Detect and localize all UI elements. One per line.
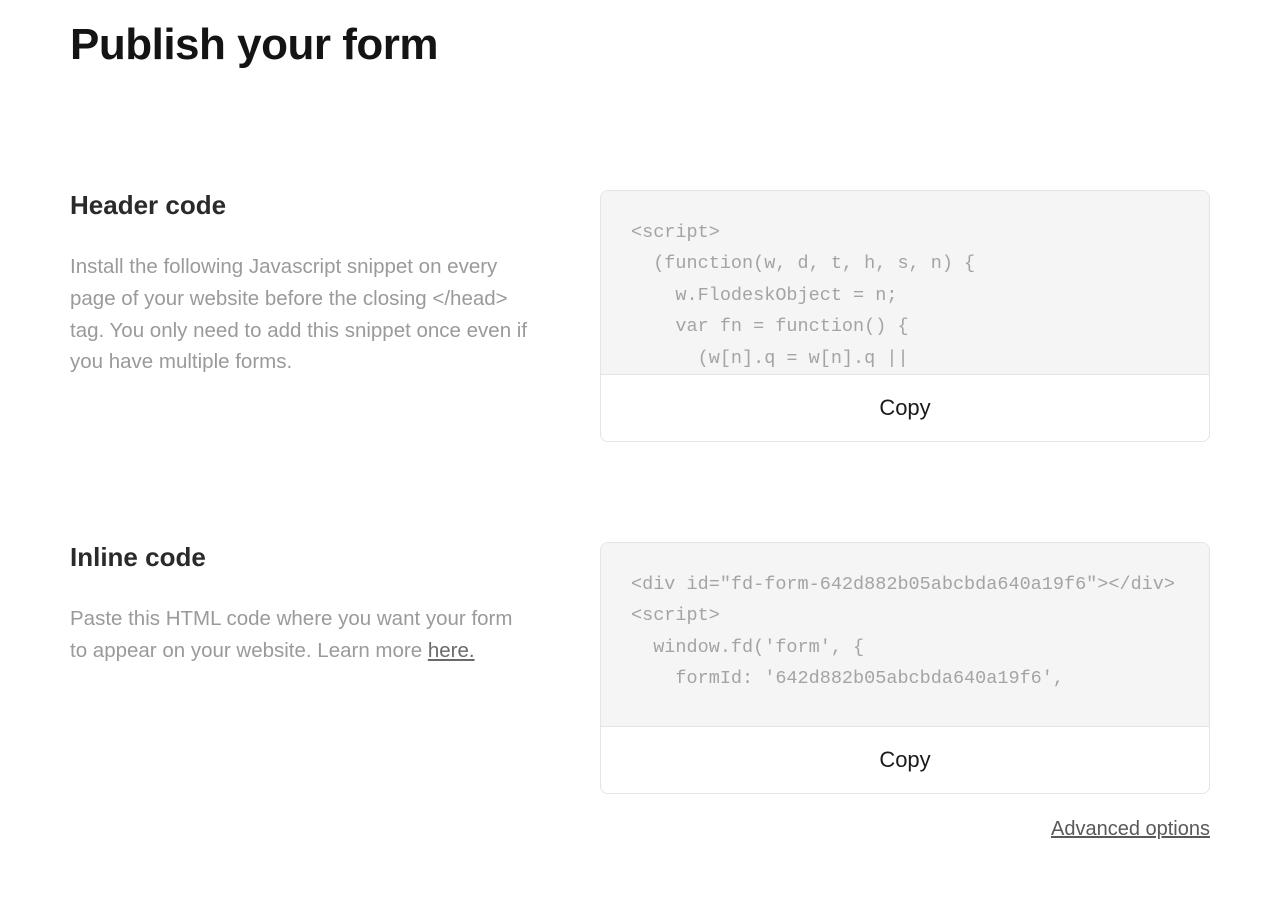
inline-code-card: <div id="fd-form-642d882b05abcbda640a19f… xyxy=(600,542,1210,794)
inline-code-section: Inline code Paste this HTML code where y… xyxy=(70,542,1210,841)
header-code-description: Install the following Javascript snippet… xyxy=(70,251,530,378)
inline-code-snippet: <div id="fd-form-642d882b05abcbda640a19f… xyxy=(601,543,1209,727)
inline-code-description: Paste this HTML code where you want your… xyxy=(70,603,530,667)
inline-code-copy-button[interactable]: Copy xyxy=(601,727,1209,793)
inline-code-heading: Inline code xyxy=(70,542,530,573)
header-code-copy-button[interactable]: Copy xyxy=(601,375,1209,441)
header-code-snippet: <script> (function(w, d, t, h, s, n) { w… xyxy=(601,191,1209,375)
page-title: Publish your form xyxy=(70,20,1210,70)
header-code-heading: Header code xyxy=(70,190,530,221)
learn-more-link[interactable]: here. xyxy=(428,639,475,662)
header-code-section: Header code Install the following Javasc… xyxy=(70,190,1210,442)
header-code-card: <script> (function(w, d, t, h, s, n) { w… xyxy=(600,190,1210,442)
advanced-options-link[interactable]: Advanced options xyxy=(1051,818,1210,840)
